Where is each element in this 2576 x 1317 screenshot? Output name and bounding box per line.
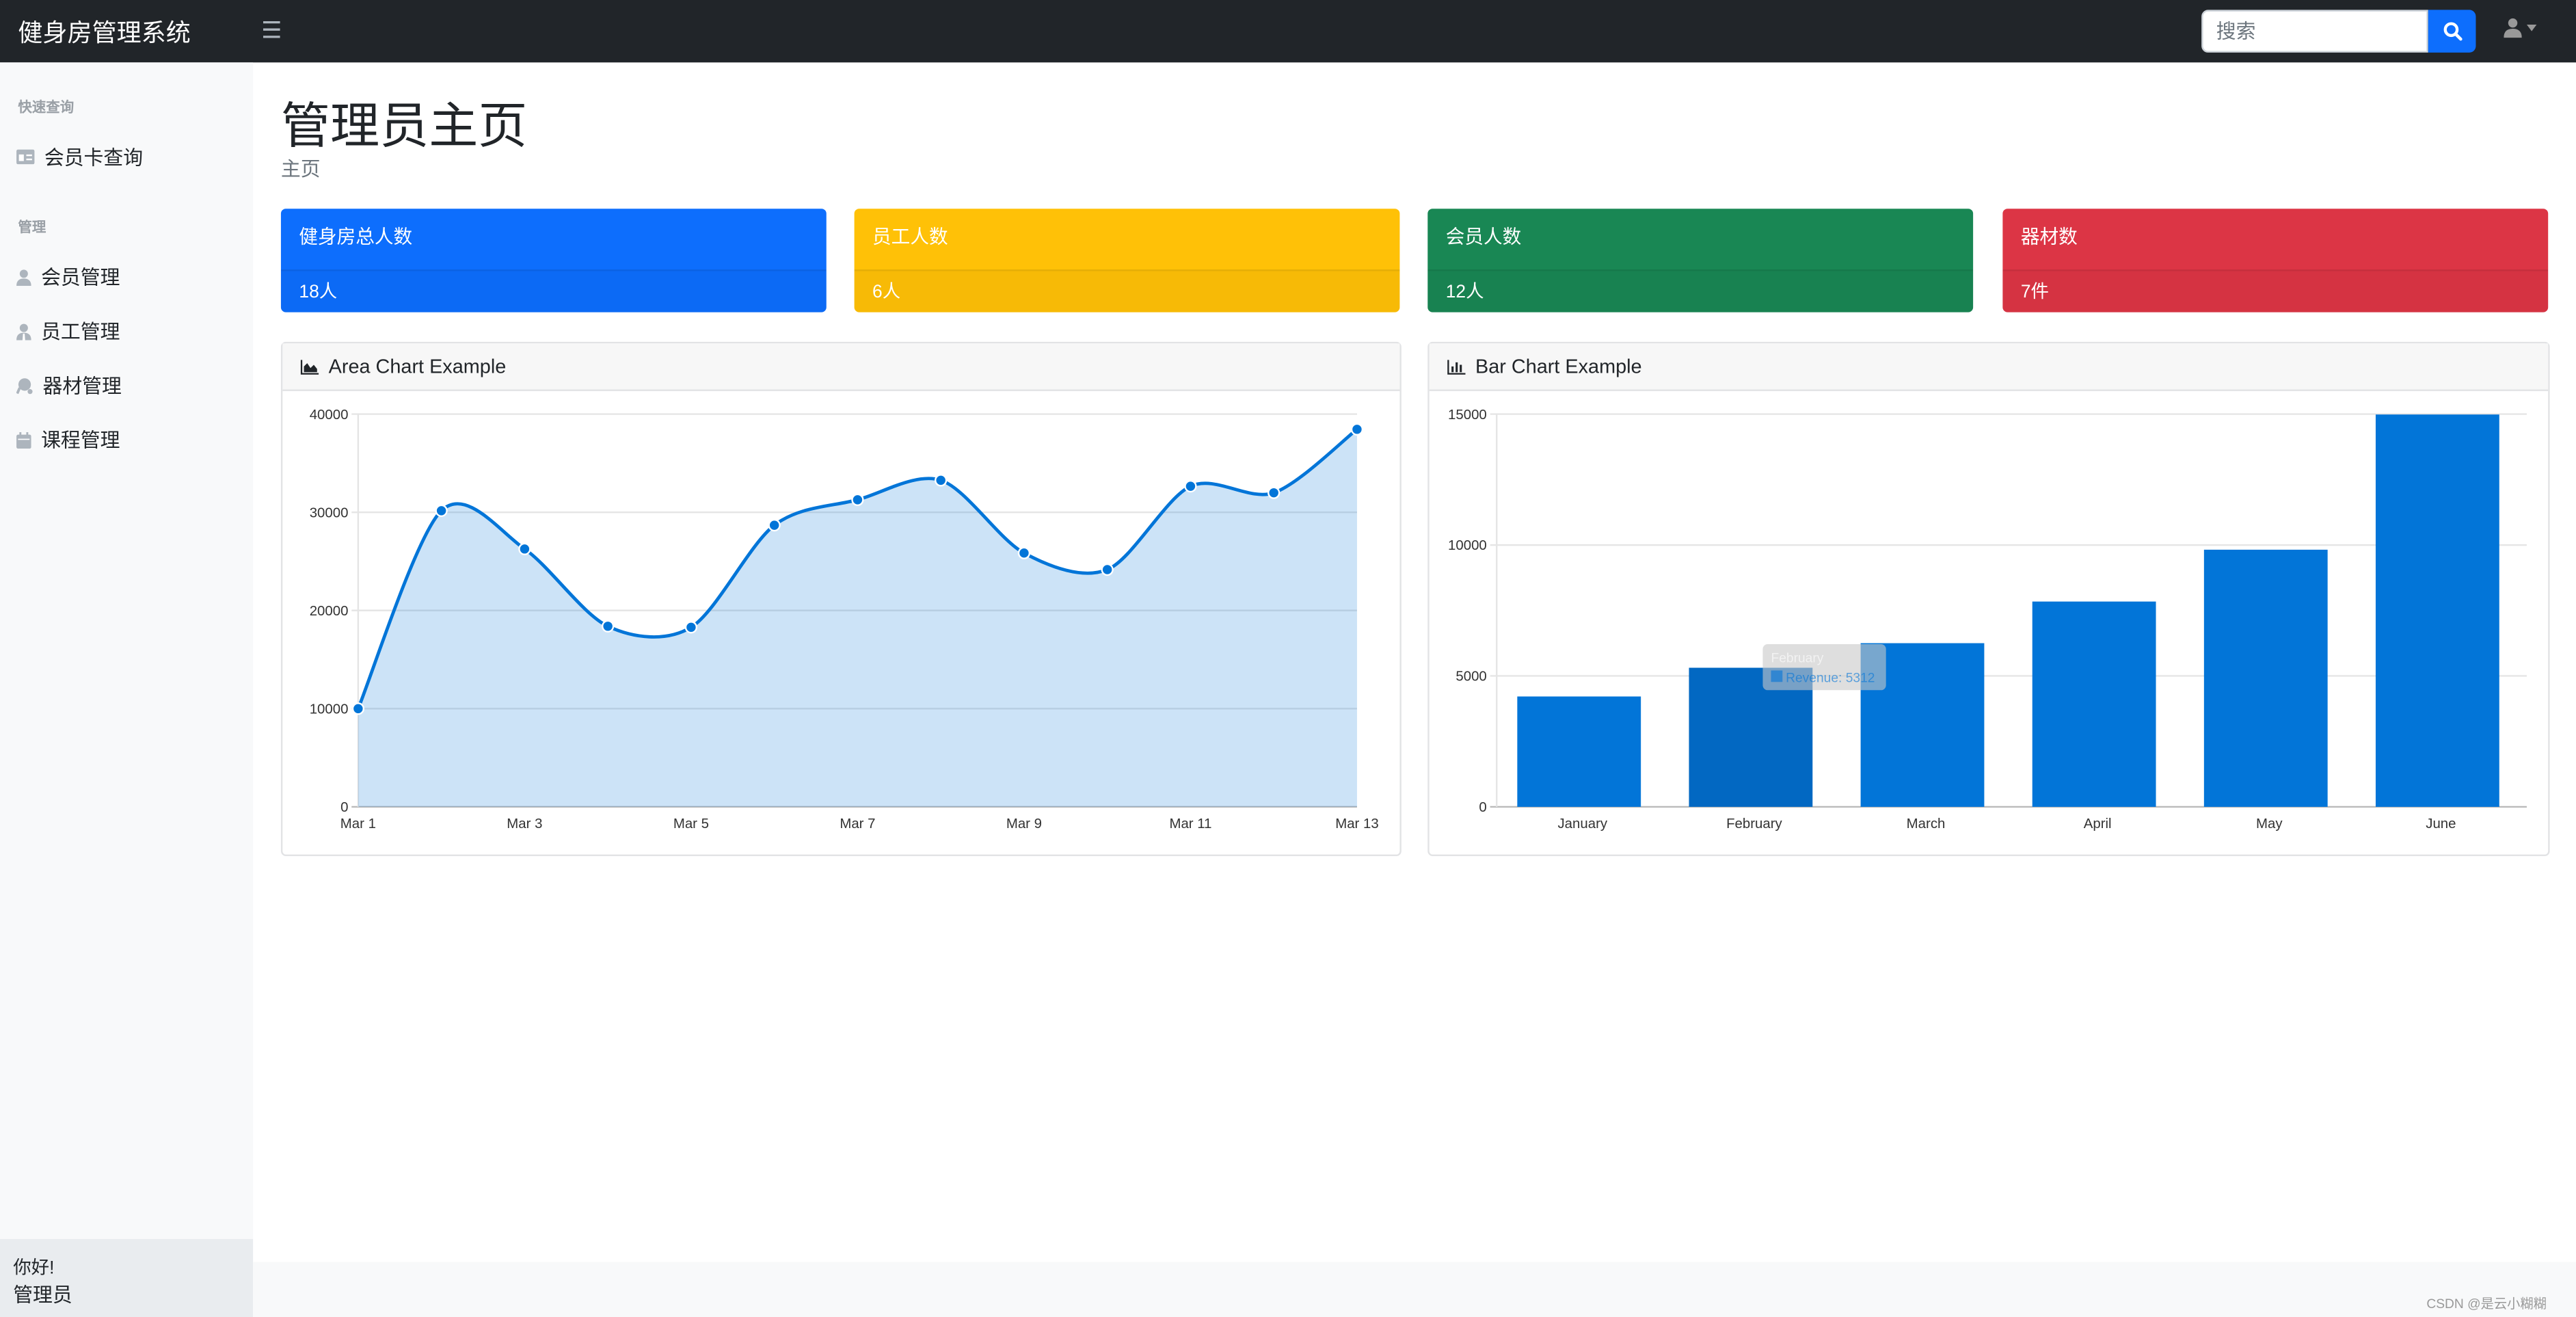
bars-icon: ☰ <box>261 16 282 43</box>
data-point <box>1017 546 1031 559</box>
sidebar-item-label: 会员卡查询 <box>44 146 144 170</box>
sidebar-heading: 快速查询 <box>18 98 75 116</box>
sidebar-item-label: 员工管理 <box>41 320 120 344</box>
data-point <box>1267 486 1280 499</box>
area-chart-card: Area Chart Example 0 10000 20000 30000 40000… <box>280 341 1401 857</box>
x-tick-label: Mar 9 <box>1006 816 1042 832</box>
search-button[interactable] <box>2428 10 2476 53</box>
stat-card-label: 员工人数 <box>854 209 1400 271</box>
user-dropdown[interactable] <box>2504 18 2537 38</box>
stat-card-label: 器材数 <box>2002 209 2549 271</box>
data-point <box>1350 423 1364 436</box>
sidebar-heading: 管理 <box>18 218 46 235</box>
table-tennis-icon <box>16 377 33 394</box>
x-tick-label: Mar 7 <box>840 816 875 832</box>
sidebar-footer: 你好! 管理员 <box>0 1238 254 1317</box>
watermark: CSDN @是云小糊糊 <box>2426 1296 2547 1312</box>
stat-card-value: 7件 <box>2002 271 2548 312</box>
y-tick-label: 10000 <box>310 702 349 717</box>
bar <box>2032 601 2156 807</box>
x-tick-label: January <box>1557 816 1607 832</box>
search-input[interactable] <box>2201 10 2428 53</box>
x-tick-label: Mar 13 <box>1335 816 1379 832</box>
user-tie-icon <box>16 323 31 340</box>
data-point <box>1184 479 1197 493</box>
x-tick-label: June <box>2426 816 2456 832</box>
user-role: 管理员 <box>13 1282 72 1306</box>
user-icon <box>2504 18 2522 38</box>
caret-down-icon <box>2526 25 2537 31</box>
sidebar-toggle-button[interactable]: ☰ <box>261 16 282 44</box>
page-footer <box>253 1262 2576 1317</box>
y-tick-label: 0 <box>340 800 348 815</box>
area-fill <box>358 429 1357 807</box>
sidebar-item-staff-management[interactable]: 员工管理 <box>16 317 120 345</box>
tooltip-text: Revenue: 5312 <box>1786 671 1875 685</box>
y-tick-label: 10000 <box>1448 538 1487 553</box>
calendar-icon <box>16 431 31 448</box>
x-tick-label: March <box>1907 816 1946 832</box>
data-point <box>518 542 531 555</box>
tooltip-swatch <box>1771 670 1783 682</box>
data-point <box>768 518 781 532</box>
bar <box>1517 696 1641 807</box>
top-navbar: 健身房管理系统 ☰ <box>0 0 2576 63</box>
data-point <box>602 620 615 633</box>
sidebar-item-member-card-query[interactable]: 会员卡查询 <box>16 143 143 171</box>
stat-card[interactable]: 器材数 7件 <box>2002 209 2549 312</box>
bar-chart-card: Bar Chart Example 0 5000 10000 15000 January… <box>1427 341 2550 857</box>
stat-card-label: 健身房总人数 <box>280 209 827 271</box>
user-icon <box>16 269 31 285</box>
data-point <box>851 493 864 507</box>
stat-card[interactable]: 健身房总人数 18人 <box>280 209 827 312</box>
page-title: 管理员主页 <box>280 100 528 155</box>
greeting-text: 你好! <box>13 1258 55 1278</box>
stat-card-label: 会员人数 <box>1427 209 1974 271</box>
data-point <box>351 702 365 715</box>
sidebar: 快速查询 会员卡查询 管理 会员管理 员工管理 器材管理 课程管理 你好! 管理… <box>0 62 254 1317</box>
y-tick-label: 30000 <box>310 505 349 520</box>
id-card-icon <box>16 149 35 165</box>
brand-title[interactable]: 健身房管理系统 <box>18 15 190 49</box>
breadcrumb: 主页 <box>280 157 321 181</box>
sidebar-item-label: 会员管理 <box>41 266 120 289</box>
sidebar-item-course-management[interactable]: 课程管理 <box>16 425 120 453</box>
stat-card[interactable]: 员工人数 6人 <box>854 209 1400 312</box>
x-tick-label: April <box>2084 816 2112 832</box>
x-tick-label: Mar 11 <box>1169 816 1211 832</box>
data-point <box>435 504 448 517</box>
x-tick-label: May <box>2256 816 2283 832</box>
bar-chart: 0 5000 10000 15000 January February March April… <box>1448 408 2527 832</box>
y-tick-label: 20000 <box>310 604 349 619</box>
y-tick-label: 15000 <box>1448 408 1487 423</box>
data-point <box>1101 563 1114 576</box>
y-tick-label: 5000 <box>1455 669 1486 684</box>
stat-card[interactable]: 会员人数 12人 <box>1427 209 1974 312</box>
stat-card-value: 6人 <box>855 271 1400 312</box>
sidebar-item-equipment-management[interactable]: 器材管理 <box>16 371 122 399</box>
x-tick-label: Mar 1 <box>340 816 376 832</box>
sidebar-item-label: 器材管理 <box>42 374 122 398</box>
data-point <box>935 474 948 487</box>
bar <box>2375 414 2499 807</box>
x-tick-label: Mar 5 <box>673 816 709 832</box>
data-point <box>684 621 698 634</box>
search-icon <box>2443 22 2462 41</box>
sidebar-item-label: 课程管理 <box>41 429 120 452</box>
stat-card-value: 12人 <box>1427 271 1973 312</box>
y-tick-label: 0 <box>1479 800 1486 815</box>
sidebar-item-member-management[interactable]: 会员管理 <box>16 263 120 291</box>
tooltip-title: February <box>1771 651 1823 665</box>
stat-card-value: 18人 <box>281 271 827 312</box>
x-tick-label: Mar 3 <box>507 816 542 832</box>
bar <box>2203 549 2328 807</box>
x-tick-label: February <box>1726 816 1782 832</box>
y-tick-label: 40000 <box>310 408 349 423</box>
area-chart: 0 10000 20000 30000 40000 Mar 1 Mar 3 Mar 5 Mar … <box>310 408 1379 832</box>
